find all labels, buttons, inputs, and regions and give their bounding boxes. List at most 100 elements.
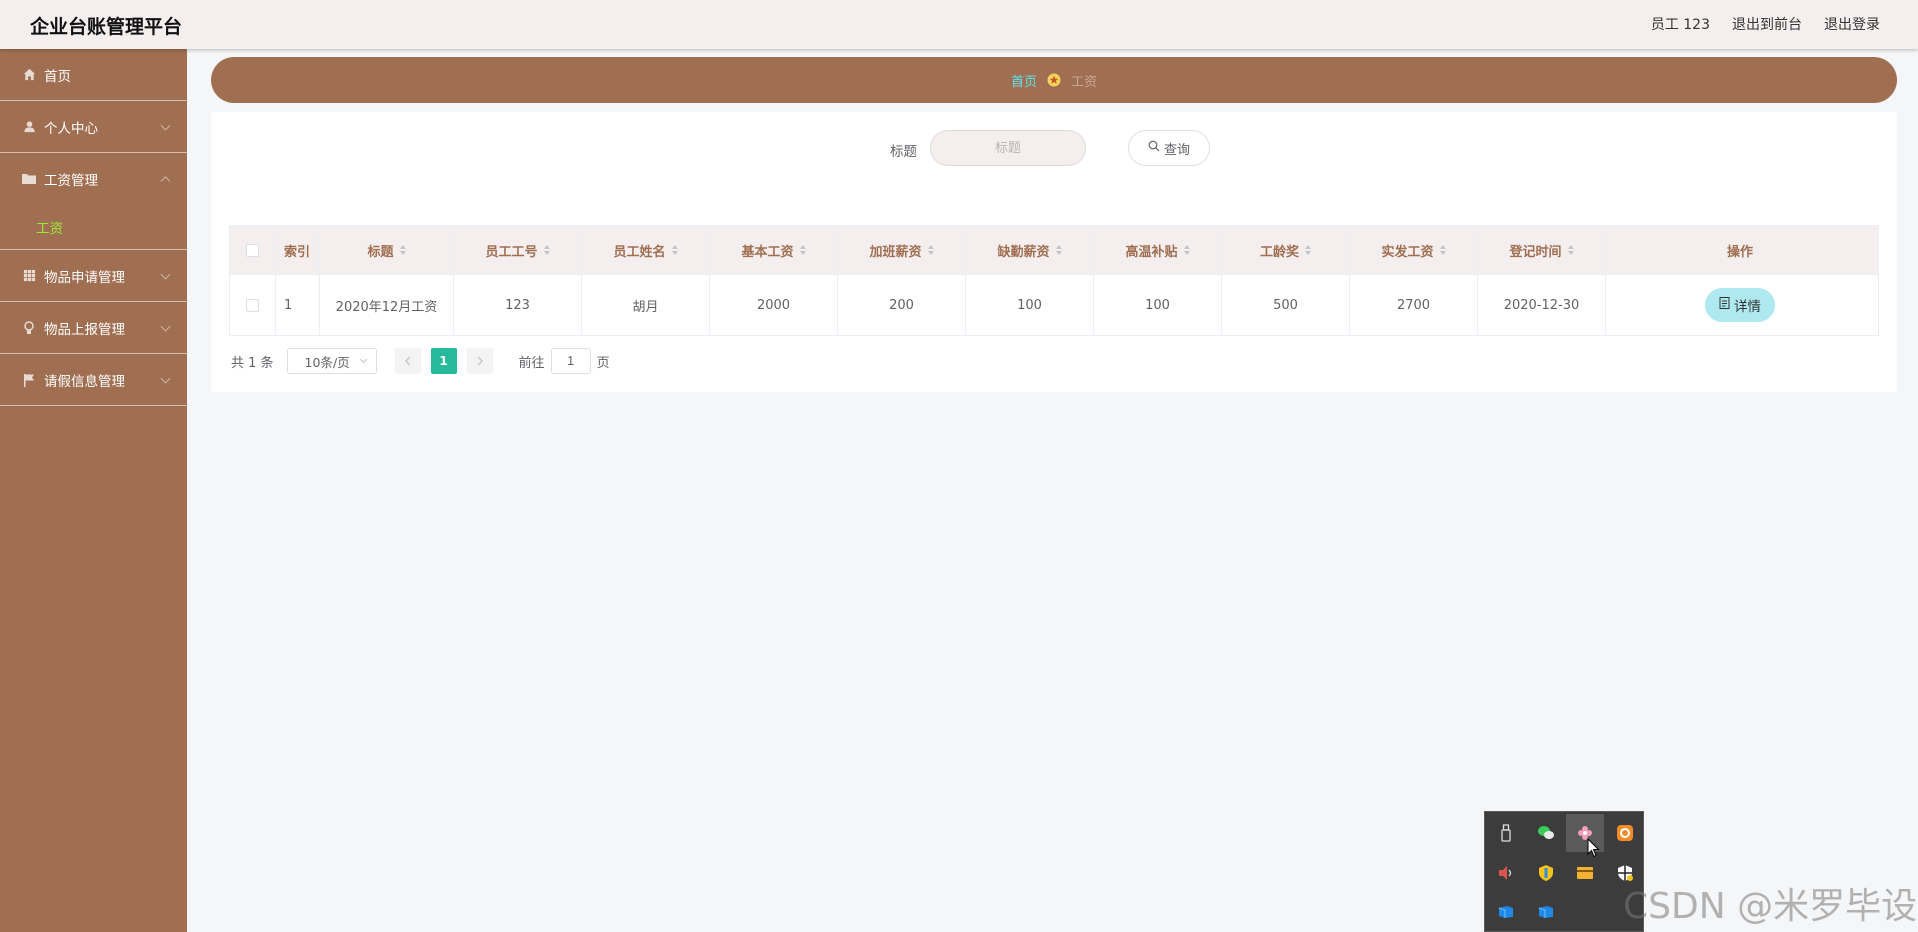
page-number-current[interactable]: 1 xyxy=(430,348,457,374)
sidebar-item-label: 首页 xyxy=(44,68,71,85)
table-cell: 2020年12月工资 xyxy=(320,275,454,335)
table-header: 索引 标题 员工工号 员工姓名 基本工资 加班薪资 缺勤薪资 高温补贴 工龄奖 … xyxy=(229,225,1879,275)
chevron-down-icon xyxy=(160,269,171,280)
home-icon xyxy=(22,68,36,82)
row-checkbox[interactable] xyxy=(246,298,259,312)
select-all-checkbox[interactable] xyxy=(246,243,259,257)
table-cell: 100 xyxy=(966,275,1094,335)
sort-icon[interactable] xyxy=(927,245,934,255)
breadcrumb: 首页 工资 xyxy=(211,57,1897,103)
column-header[interactable]: 工龄奖 xyxy=(1222,226,1350,274)
column-header[interactable]: 员工工号 xyxy=(454,226,582,274)
search-input[interactable] xyxy=(930,130,1086,166)
table-cell: 500 xyxy=(1222,275,1350,335)
system-tray-overflow xyxy=(1484,811,1644,932)
chevron-down-icon xyxy=(160,120,171,131)
row-checkbox-cell xyxy=(230,275,276,335)
sidebar-item-item-application[interactable]: 物品申请管理 xyxy=(0,250,187,302)
column-header[interactable]: 标题 xyxy=(320,226,454,274)
sidebar-item-item-report[interactable]: 物品上报管理 xyxy=(0,302,187,354)
grid-icon xyxy=(22,269,36,283)
column-header[interactable]: 登记时间 xyxy=(1478,226,1606,274)
sidebar-item-label: 个人中心 xyxy=(44,120,98,137)
lightbulb-icon xyxy=(22,320,36,335)
sort-icon[interactable] xyxy=(1055,245,1062,255)
security-shield-icon[interactable] xyxy=(1527,854,1565,892)
sort-icon[interactable] xyxy=(799,245,806,255)
back-to-front-link[interactable]: 退出到前台 xyxy=(1732,14,1802,34)
blue-app-icon[interactable] xyxy=(1527,893,1565,931)
breadcrumb-home[interactable]: 首页 xyxy=(1011,71,1037,90)
prev-page-button[interactable] xyxy=(394,348,421,374)
sort-icon[interactable] xyxy=(543,245,550,255)
sidebar-item-label: 物品申请管理 xyxy=(44,269,125,286)
table-cell: 100 xyxy=(1094,275,1222,335)
table-cell: 1 xyxy=(276,275,320,335)
top-links: 员工 123 退出到前台 退出登录 xyxy=(1651,14,1880,34)
watermark: CSDN @米罗毕设 xyxy=(1623,886,1918,927)
chevron-right-icon xyxy=(477,356,483,366)
content-panel: 标题 查询 索引 标题 员工工号 员工姓名 基本工资 加班薪资 缺勤薪资 高温补… xyxy=(211,112,1897,392)
usb-drive-icon[interactable] xyxy=(1487,814,1525,852)
sort-icon[interactable] xyxy=(1439,245,1446,255)
header-checkbox-cell xyxy=(230,226,276,274)
pagination: 共 1 条 10条/页 1 前往 页 xyxy=(231,348,610,374)
orange-app-icon[interactable] xyxy=(1606,814,1644,852)
sidebar-subitem-salary[interactable]: 工资 xyxy=(0,205,187,249)
search-form: 标题 查询 xyxy=(211,130,1897,166)
table-cell: 123 xyxy=(454,275,582,335)
blue-app-icon[interactable] xyxy=(1487,893,1525,931)
mouse-cursor-icon xyxy=(1587,837,1600,863)
chevron-down-icon xyxy=(160,373,171,384)
speaker-icon[interactable] xyxy=(1487,854,1525,892)
column-header: 操作 xyxy=(1726,244,1753,260)
chevron-down-icon xyxy=(160,321,171,332)
column-header[interactable]: 基本工资 xyxy=(710,226,838,274)
star-icon xyxy=(1047,73,1061,87)
chevron-left-icon xyxy=(404,356,411,366)
sidebar: 首页 个人中心 工资管理 工资 物品申请管理 物品上报管理 请假信息管理 xyxy=(0,49,187,932)
user-icon xyxy=(22,120,36,134)
salary-table: 索引 标题 员工工号 员工姓名 基本工资 加班薪资 缺勤薪资 高温补贴 工龄奖 … xyxy=(229,225,1879,336)
column-header[interactable]: 高温补贴 xyxy=(1094,226,1222,274)
sort-icon[interactable] xyxy=(1567,245,1574,255)
table-cell: 200 xyxy=(838,275,966,335)
search-icon xyxy=(1148,140,1160,156)
table-row: 1 2020年12月工资 123 胡月 2000 200 100 100 500… xyxy=(229,275,1879,336)
column-header: 索引 xyxy=(276,226,320,274)
column-header[interactable]: 加班薪资 xyxy=(838,226,966,274)
detail-button-label: 详情 xyxy=(1734,299,1761,315)
sort-icon[interactable] xyxy=(671,245,678,255)
table-cell: 胡月 xyxy=(582,275,710,335)
sidebar-item-leave-info[interactable]: 请假信息管理 xyxy=(0,354,187,406)
search-button[interactable]: 查询 xyxy=(1128,130,1210,166)
top-bar: 企业台账管理平台 员工 123 退出到前台 退出登录 xyxy=(0,0,1918,49)
goto-suffix: 页 xyxy=(596,355,610,371)
sidebar-group-salary: 工资管理 工资 xyxy=(0,153,187,250)
goto-page-input[interactable] xyxy=(550,348,591,374)
app-title: 企业台账管理平台 xyxy=(30,16,183,38)
next-page-button[interactable] xyxy=(466,348,493,374)
document-icon xyxy=(1719,297,1730,313)
table-cell: 2700 xyxy=(1350,275,1478,335)
search-button-label: 查询 xyxy=(1163,142,1190,158)
breadcrumb-current: 工资 xyxy=(1071,74,1098,90)
logout-link[interactable]: 退出登录 xyxy=(1824,14,1880,34)
sort-icon[interactable] xyxy=(1183,245,1190,255)
table-cell: 2000 xyxy=(710,275,838,335)
sidebar-item-home[interactable]: 首页 xyxy=(0,49,187,101)
sidebar-item-salary-management[interactable]: 工资管理 xyxy=(0,153,187,205)
detail-button[interactable]: 详情 xyxy=(1705,288,1775,322)
folder-icon xyxy=(22,172,36,186)
column-header[interactable]: 实发工资 xyxy=(1350,226,1478,274)
page-size-select[interactable]: 10条/页 xyxy=(286,348,377,374)
sort-icon[interactable] xyxy=(399,245,406,255)
sidebar-item-personal-center[interactable]: 个人中心 xyxy=(0,101,187,153)
column-header[interactable]: 缺勤薪资 xyxy=(966,226,1094,274)
search-label: 标题 xyxy=(890,144,917,160)
column-header[interactable]: 员工姓名 xyxy=(582,226,710,274)
wechat-icon[interactable] xyxy=(1527,814,1565,852)
sidebar-item-label: 请假信息管理 xyxy=(44,373,125,390)
sidebar-item-label: 物品上报管理 xyxy=(44,321,125,338)
sort-icon[interactable] xyxy=(1305,245,1311,255)
